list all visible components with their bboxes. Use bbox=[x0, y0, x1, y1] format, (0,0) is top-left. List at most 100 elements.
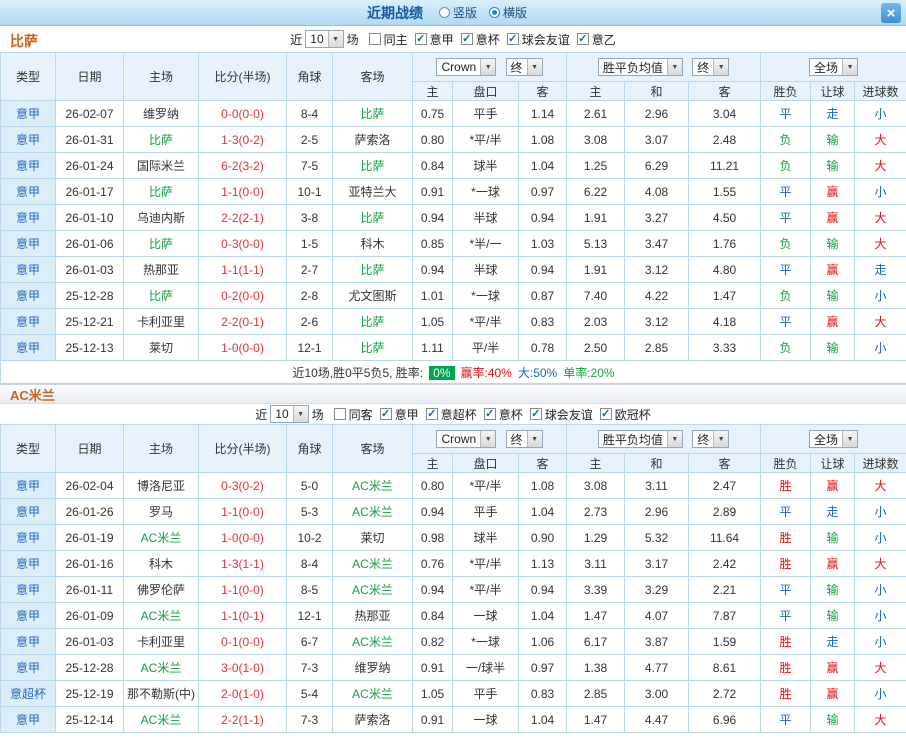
euro-home-odds-cell: 2.50 bbox=[566, 334, 626, 361]
result-cell: 胜 bbox=[760, 472, 812, 499]
asian-away-odds-cell: 1.13 bbox=[517, 550, 568, 577]
handicap-result-cell: 赢 bbox=[810, 256, 856, 283]
checkbox-icon[interactable]: ✓ bbox=[379, 408, 392, 420]
radio-selected-icon[interactable] bbox=[489, 7, 500, 18]
corners-cell: 5-4 bbox=[286, 680, 333, 707]
filter-checkbox-label: 意杯 bbox=[498, 407, 523, 422]
euro-draw-odds-cell: 3.11 bbox=[624, 472, 690, 499]
filter-checkbox-意超杯[interactable]: ✓ 意超杯 bbox=[425, 406, 477, 423]
match-count-select[interactable]: 10 ▼ bbox=[305, 30, 344, 48]
checkbox-icon[interactable]: ✓ bbox=[483, 408, 496, 420]
euro-home-odds-cell: 2.85 bbox=[566, 680, 626, 707]
dropdown-value: 终 bbox=[510, 60, 523, 75]
filter-checkbox-意杯[interactable]: ✓ 意杯 bbox=[460, 31, 500, 48]
euro-home-odds-cell: 2.73 bbox=[566, 498, 626, 525]
euro-away-odds-cell: 2.72 bbox=[688, 680, 762, 707]
euro-avg-select[interactable]: 胜平负均值 ▼ bbox=[597, 58, 683, 76]
away-team-cell: 萨索洛 bbox=[332, 706, 413, 733]
filter-checkbox-同客[interactable]: 同客 bbox=[333, 406, 373, 423]
euro-away-odds-cell: 7.87 bbox=[688, 602, 762, 629]
euro-avg-select[interactable]: 胜平负均值 ▼ bbox=[597, 430, 683, 448]
dropdown-value: 全场 bbox=[814, 60, 839, 75]
league-cell: 意甲 bbox=[0, 472, 56, 499]
col-header-handicap: 盘口 bbox=[452, 81, 519, 101]
home-team-cell: 比萨 bbox=[123, 282, 199, 309]
match-row: 意甲 26-02-07 维罗纳 0-0(0-0) 8-4 比萨 0.75 平手 1.14 2.61… bbox=[0, 100, 906, 127]
league-cell: 意甲 bbox=[0, 498, 56, 525]
checkbox-icon[interactable]: ✓ bbox=[529, 408, 542, 420]
dropdown-arrow-icon: ▼ bbox=[327, 31, 343, 47]
col-header-result: 胜负 bbox=[760, 81, 812, 101]
filter-checkbox-同主[interactable]: 同主 bbox=[368, 31, 408, 48]
checkbox-icon[interactable]: ✓ bbox=[576, 33, 589, 45]
checkbox-icon[interactable] bbox=[368, 33, 381, 45]
checkbox-icon[interactable]: ✓ bbox=[460, 33, 473, 45]
checkbox-icon[interactable]: ✓ bbox=[425, 408, 438, 420]
result-cell: 平 bbox=[760, 204, 812, 231]
euro-draw-odds-cell: 3.87 bbox=[624, 628, 690, 655]
final-odds-select[interactable]: 终 ▼ bbox=[505, 58, 543, 76]
final-euro-select[interactable]: 终 ▼ bbox=[692, 58, 730, 76]
filter-checkbox-欧冠杯[interactable]: ✓ 欧冠杯 bbox=[599, 406, 651, 423]
date-cell: 26-01-11 bbox=[55, 576, 124, 603]
score-cell: 1-3(1-1) bbox=[198, 550, 287, 577]
dropdown-arrow-icon: ▼ bbox=[842, 431, 858, 447]
filter-checkbox-意甲[interactable]: ✓ 意甲 bbox=[379, 406, 419, 423]
layout-option-horizontal[interactable]: 横版 bbox=[489, 4, 527, 21]
final-euro-select[interactable]: 终 ▼ bbox=[692, 430, 730, 448]
match-row: 意甲 25-12-14 AC米兰 2-2(1-1) 7-3 萨索洛 0.91 一球 1.04 1.… bbox=[0, 706, 906, 733]
asian-away-odds-cell: 0.94 bbox=[517, 576, 568, 603]
scope-select[interactable]: 全场 ▼ bbox=[809, 430, 859, 448]
euro-draw-odds-cell: 4.22 bbox=[624, 282, 690, 309]
team-section-acmilan: AC米兰 近 10 ▼ 场 同客 ✓ 意甲 ✓ 意超杯 ✓ 意杯 ✓ 球会友谊 ✓ 欧冠杯 类型 日期 bbox=[0, 384, 906, 733]
handicap-cell: 平/半 bbox=[452, 334, 519, 361]
asian-away-odds-cell: 0.83 bbox=[517, 680, 568, 707]
asian-home-odds-cell: 0.84 bbox=[412, 152, 453, 179]
checkbox-icon[interactable] bbox=[333, 408, 346, 420]
home-team-cell: 比萨 bbox=[123, 230, 199, 257]
date-cell: 26-01-03 bbox=[55, 628, 124, 655]
final-odds-select[interactable]: 终 ▼ bbox=[505, 430, 543, 448]
team-section-header: 比萨 近 10 ▼ 场 同主 ✓ 意甲 ✓ 意杯 ✓ 球会友谊 ✓ 意乙 bbox=[0, 26, 906, 52]
close-button[interactable]: × bbox=[881, 3, 901, 23]
goals-result-cell: 小 bbox=[854, 576, 906, 603]
filter-checkbox-意杯[interactable]: ✓ 意杯 bbox=[483, 406, 523, 423]
filter-checkbox-意甲[interactable]: ✓ 意甲 bbox=[414, 31, 454, 48]
euro-home-odds-cell: 1.91 bbox=[566, 204, 626, 231]
goals-result-cell: 大 bbox=[854, 308, 906, 335]
filter-checkbox-球会友谊[interactable]: ✓ 球会友谊 bbox=[506, 31, 570, 48]
handicap-result-cell: 走 bbox=[810, 498, 856, 525]
match-count-select[interactable]: 10 ▼ bbox=[270, 405, 309, 423]
radio-unselected-icon[interactable] bbox=[438, 7, 450, 18]
handicap-cell: *平/半 bbox=[452, 472, 519, 499]
asian-away-odds-cell: 1.04 bbox=[517, 602, 568, 629]
col-header-euro-draw: 和 bbox=[624, 81, 690, 101]
odds-company-select[interactable]: Crown ▼ bbox=[436, 58, 497, 76]
date-cell: 26-01-17 bbox=[55, 178, 124, 205]
checkbox-icon[interactable]: ✓ bbox=[599, 408, 612, 420]
handicap-cell: 一/球半 bbox=[452, 654, 519, 681]
goals-result-cell: 小 bbox=[854, 178, 906, 205]
odds-company-select[interactable]: Crown ▼ bbox=[436, 430, 497, 448]
team-name: 比萨 bbox=[10, 33, 38, 49]
dropdown-value: 胜平负均值 bbox=[602, 432, 663, 447]
filter-checkbox-球会友谊[interactable]: ✓ 球会友谊 bbox=[529, 406, 593, 423]
checkbox-icon[interactable]: ✓ bbox=[506, 33, 519, 45]
filter-checkbox-意乙[interactable]: ✓ 意乙 bbox=[576, 31, 616, 48]
recent-results-panel: 近期战绩 竖版 横版 × 比萨 近 10 ▼ 场 同主 ✓ 意甲 ✓ 意杯 ✓ 球会友谊 ✓ 意乙 bbox=[0, 0, 906, 751]
layout-option-vertical[interactable]: 竖版 bbox=[438, 4, 477, 21]
odd-rate: 单率:20% bbox=[563, 365, 615, 380]
checkbox-icon[interactable]: ✓ bbox=[414, 33, 427, 45]
asian-home-odds-cell: 1.05 bbox=[412, 308, 453, 335]
corners-cell: 8-4 bbox=[286, 550, 333, 577]
handicap-cell: *平/半 bbox=[452, 550, 519, 577]
asian-home-odds-cell: 0.91 bbox=[412, 654, 453, 681]
euro-away-odds-cell: 4.50 bbox=[688, 204, 762, 231]
result-cell: 平 bbox=[760, 498, 812, 525]
scope-select[interactable]: 全场 ▼ bbox=[809, 58, 859, 76]
handicap-cell: *一球 bbox=[452, 178, 519, 205]
score-cell: 2-2(2-1) bbox=[198, 204, 287, 231]
euro-away-odds-cell: 2.42 bbox=[688, 550, 762, 577]
home-team-cell: 卡利亚里 bbox=[123, 628, 199, 655]
col-header-euro-away: 客 bbox=[688, 453, 762, 473]
